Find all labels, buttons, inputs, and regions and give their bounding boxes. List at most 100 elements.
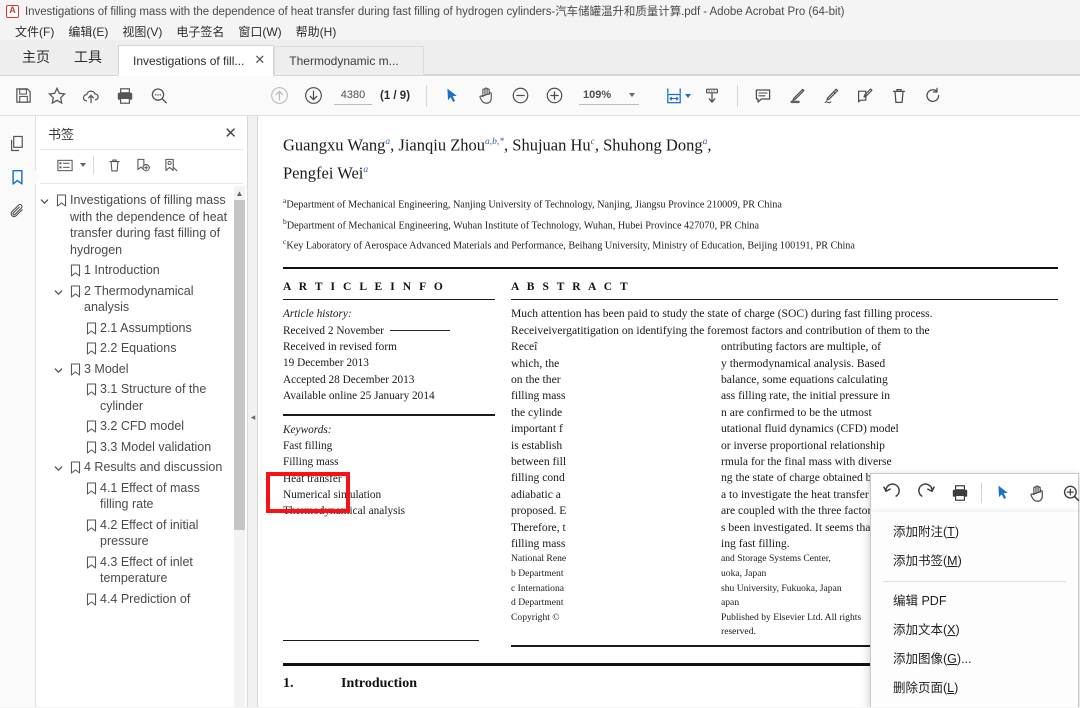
bookmark-label: Investigations of filling mass with the … [70,192,233,258]
tab-home[interactable]: 主页 [10,39,62,75]
search-icon[interactable] [142,79,176,113]
article-history-label: Article history: [283,306,495,322]
panel-splitter[interactable]: ◂ [248,116,258,707]
keyword: Numerical simulation [283,487,495,503]
accepted-date: Accepted 28 December 2013 [283,372,495,388]
thumbnails-icon[interactable] [3,126,33,160]
save-icon[interactable] [6,79,40,113]
redo-icon[interactable] [909,476,943,510]
bookmark-spacer [66,320,82,324]
bookmark-item[interactable]: 4.1 Effect of mass filling rate [36,478,233,515]
print-icon[interactable] [108,79,142,113]
main-toolbar: 4380 (1 / 9) 109% [0,76,1080,116]
menu-window[interactable]: 窗口(W) [231,22,288,41]
bookmark-item[interactable]: 4 Results and discussion [36,457,233,478]
menu-help[interactable]: 帮助(H) [289,22,344,41]
bookmark-spacer [66,381,82,385]
options-dropdown[interactable] [80,163,86,167]
sign-icon[interactable] [814,79,848,113]
star-icon[interactable] [40,79,74,113]
document-tab-inactive[interactable]: Thermodynamic m... [274,46,424,76]
page-up-icon[interactable] [262,79,296,113]
menu-item-add-text[interactable]: 添加文本(X) [871,616,1078,645]
bookmarks-icon[interactable] [3,160,33,194]
menu-item-add-sticky-note[interactable]: 添加附注(T) [871,518,1078,547]
bookmark-item[interactable]: 3 Model [36,359,233,380]
zoom-in-icon[interactable] [537,79,571,113]
cloud-upload-icon[interactable] [74,79,108,113]
page-view[interactable]: Guangxu Wanga, Jianqiu Zhoua,b,*, Shujua… [258,116,1080,707]
menu-item-edit-pdf[interactable]: 编辑 PDF [871,587,1078,616]
hand-tool-icon[interactable] [1020,476,1054,510]
chevron-down-icon[interactable] [50,361,66,376]
select-tool-icon[interactable] [435,79,469,113]
abstract-line-left: which, the [511,356,593,372]
chevron-down-icon [629,93,635,97]
bookmark-item[interactable]: 2.1 Assumptions [36,318,233,339]
undo-icon[interactable] [875,476,909,510]
menu-separator [883,581,1066,582]
bookmark-item[interactable]: 4.4 Prediction of [36,589,233,610]
footnote-right: reserved. [721,625,756,640]
select-tool-icon[interactable] [986,476,1020,510]
window-title: Investigations of filling mass with the … [25,3,844,19]
document-tab-label: Thermodynamic m... [289,54,398,68]
menu-item-add-bookmark[interactable]: 添加书签(M) [871,547,1078,576]
scrollbar-thumb[interactable] [234,200,245,530]
close-icon[interactable]: ✕ [254,54,265,67]
menu-view[interactable]: 视图(V) [115,22,169,41]
footnote-right: shu University, Fukuoka, Japan [721,582,842,597]
page-down-icon[interactable] [296,79,330,113]
bookmark-item[interactable]: 4.2 Effect of initial pressure [36,515,233,552]
scroll-mode-icon[interactable] [695,79,729,113]
menu-esign[interactable]: 电子签名 [169,22,231,41]
chevron-down-icon[interactable] [36,192,52,207]
delete-bookmark-icon[interactable] [101,153,127,177]
fill-sign-icon[interactable] [848,79,882,113]
bookmark-icon [82,320,100,335]
fit-page-dropdown[interactable] [685,94,691,98]
abstract-line-right: rmula for the final mass with diverse [721,454,892,470]
bookmark-item[interactable]: 3.3 Model validation [36,437,233,458]
highlight-icon[interactable] [780,79,814,113]
tab-tools[interactable]: 工具 [62,39,114,75]
column-rule [283,640,479,642]
bookmarks-scrollbar[interactable]: ▲ [234,186,245,707]
bookmark-item[interactable]: 3.1 Structure of the cylinder [36,379,233,416]
bookmark-item[interactable]: 2 Thermodynamical analysis [36,281,233,318]
attachments-icon[interactable] [3,194,33,228]
page-number-input[interactable]: 4380 [334,86,372,105]
abstract-line: on the therbalance, some equations calcu… [511,372,1058,388]
menu-item-add-image[interactable]: 添加图像(G)... [871,645,1078,674]
footnote-right: uoka, Japan [721,567,766,582]
edit-bookmark-icon[interactable] [157,153,183,177]
document-tab-active[interactable]: Investigations of fill... ✕ [118,45,274,76]
delete-icon[interactable] [882,79,916,113]
menu-file[interactable]: 文件(F) [8,22,61,41]
zoom-in-icon[interactable] [1054,476,1080,510]
zoom-out-icon[interactable] [503,79,537,113]
bookmark-item[interactable]: Investigations of filling mass with the … [36,190,233,260]
abstract-line-left: adiabatic a [511,487,593,503]
bookmark-item[interactable]: 2.2 Equations [36,338,233,359]
bookmark-item[interactable]: 4.3 Effect of inlet temperature [36,552,233,589]
menu-edit[interactable]: 编辑(E) [61,22,115,41]
close-icon[interactable]: ✕ [224,126,237,141]
bookmark-item[interactable]: 1 Introduction [36,260,233,281]
bookmarks-tree[interactable]: Investigations of filling mass with the … [36,184,247,707]
chevron-down-icon[interactable] [50,459,66,474]
bookmark-item[interactable]: 3.2 CFD model [36,416,233,437]
comment-icon[interactable] [746,79,780,113]
rotate-icon[interactable] [916,79,950,113]
hand-tool-icon[interactable] [469,79,503,113]
bookmark-icon [82,418,100,433]
affiliation-b: bDepartment of Mechanical Engineering, W… [283,214,1050,235]
zoom-level-dropdown[interactable]: 109% [579,86,639,105]
chevron-down-icon[interactable] [50,283,66,298]
footnote-left: National Rene [511,552,593,567]
options-list-icon[interactable] [52,153,78,177]
print-icon[interactable] [943,476,977,510]
scroll-up-icon[interactable]: ▲ [234,186,245,200]
menu-item-delete-page[interactable]: 删除页面(L) [871,674,1078,703]
new-bookmark-icon[interactable] [129,153,155,177]
